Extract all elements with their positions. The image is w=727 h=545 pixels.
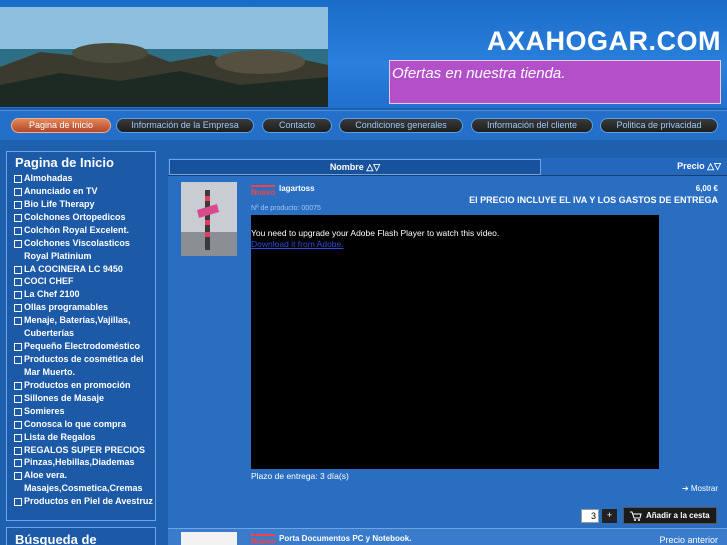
nav-terms[interactable]: Condiciones generales: [339, 118, 463, 133]
category-item[interactable]: Pequeño Electrodoméstico: [14, 340, 156, 353]
category-item[interactable]: Colchón Royal Excelent.: [14, 224, 156, 237]
product-name[interactable]: Porta Documentos PC y Notebook.: [279, 534, 411, 543]
flash-download-link[interactable]: Download it from Adobe.: [251, 239, 344, 249]
category-item[interactable]: Bio Life Therapy: [14, 198, 156, 211]
product-price: 6,00 €: [695, 184, 718, 193]
promo-text: Ofertas en nuestra tienda.: [392, 65, 566, 82]
new-badge: Nuevo: [251, 534, 276, 545]
listing-header: Nombre △▽ Precio △▽: [168, 158, 727, 176]
product-number: Nº de producto: 00075: [251, 205, 321, 212]
nav-customer-info[interactable]: Información del cliente: [471, 118, 593, 133]
product-row: Nuevo lagartoss 6,00 € El PRECIO INCLUYE…: [168, 179, 727, 524]
header-banner-image: [0, 7, 328, 107]
show-more-link[interactable]: ➔ Mostrar: [682, 484, 718, 493]
sort-by-name[interactable]: Nombre △▽: [169, 159, 541, 175]
product-listing: Nombre △▽ Precio △▽ Nuevo lagartoss 6,00…: [168, 158, 727, 545]
category-item[interactable]: Menaje, Baterías,Vajillas, Cuberterías: [14, 314, 156, 339]
category-item[interactable]: Productos de cosmética del Mar Muerto.: [14, 353, 156, 378]
sort-by-price[interactable]: Precio △▽: [677, 161, 721, 172]
delivery-time: Plazo de entrega: 3 día(s): [251, 471, 349, 481]
previous-price-label: Precio anterior: [659, 535, 718, 545]
category-item[interactable]: La Chef 2100: [14, 288, 156, 301]
category-item[interactable]: Colchones Ortopedicos: [14, 211, 156, 224]
category-item[interactable]: Anunciado en TV: [14, 185, 156, 198]
category-item[interactable]: Conosca lo que compra: [14, 418, 156, 431]
search-title: Búsqueda de: [15, 532, 97, 545]
quantity-input[interactable]: 3: [581, 509, 599, 523]
product-thumbnail[interactable]: [181, 532, 237, 545]
category-item[interactable]: Ollas programables: [14, 301, 156, 314]
category-item[interactable]: REGALOS SUPER PRECIOS: [14, 444, 156, 457]
product-name[interactable]: lagartoss: [279, 184, 315, 193]
cart-icon: [630, 511, 642, 526]
category-item[interactable]: Pinzas,Hebillas,Diademas: [14, 456, 156, 469]
search-panel: Búsqueda de: [6, 527, 156, 545]
category-item[interactable]: Productos en Piel de Avestruz: [14, 495, 156, 508]
flash-upgrade-message: You need to upgrade your Adobe Flash Pla…: [251, 228, 500, 238]
price-note: El PRECIO INCLUYE EL IVA Y LOS GASTOS DE…: [469, 195, 718, 205]
category-list: Almohadas Anunciado en TV Bio Life Thera…: [14, 172, 156, 508]
video-player[interactable]: You need to upgrade your Adobe Flash Pla…: [251, 215, 659, 469]
category-item[interactable]: Aloe vera. Masajes,Cosmetica,Cremas: [14, 469, 156, 494]
new-badge: Nuevo: [251, 185, 276, 197]
add-to-cart-button[interactable]: Añadir a la cesta: [623, 507, 717, 524]
category-item[interactable]: COCI CHEF: [14, 275, 156, 288]
category-sidebar: Pagina de Inicio Almohadas Anunciado en …: [6, 151, 156, 521]
site-title: AXAHOGAR.COM: [487, 26, 721, 56]
product-row: Nuevo Porta Documentos PC y Notebook. Pr…: [168, 528, 727, 545]
category-item[interactable]: Somieres: [14, 405, 156, 418]
category-item[interactable]: LA COCINERA LC 9450: [14, 263, 156, 276]
category-item[interactable]: Almohadas: [14, 172, 156, 185]
nav-home[interactable]: Pagina de Inicio: [11, 118, 111, 133]
main-nav: Pagina de Inicio Información de la Empre…: [0, 110, 727, 140]
product-thumbnail[interactable]: [181, 182, 237, 256]
nav-contact[interactable]: Contacto: [262, 118, 332, 133]
promo-banner[interactable]: Ofertas en nuestra tienda.: [389, 60, 721, 104]
nav-company-info[interactable]: Información de la Empresa: [116, 118, 254, 133]
quantity-increment-button[interactable]: +: [602, 509, 617, 523]
category-item[interactable]: Colchones Viscolasticos Royal Platinium: [14, 237, 156, 262]
category-item[interactable]: Productos en promoción: [14, 379, 156, 392]
category-item[interactable]: Lista de Regalos: [14, 431, 156, 444]
site-header: AXAHOGAR.COM Ofertas en nuestra tienda.: [0, 0, 727, 108]
category-item[interactable]: Sillones de Masaje: [14, 392, 156, 405]
sidebar-title: Pagina de Inicio: [15, 155, 114, 170]
nav-privacy[interactable]: Politica de privacidad: [600, 118, 718, 133]
add-to-cart-label: Añadir a la cesta: [646, 511, 710, 520]
